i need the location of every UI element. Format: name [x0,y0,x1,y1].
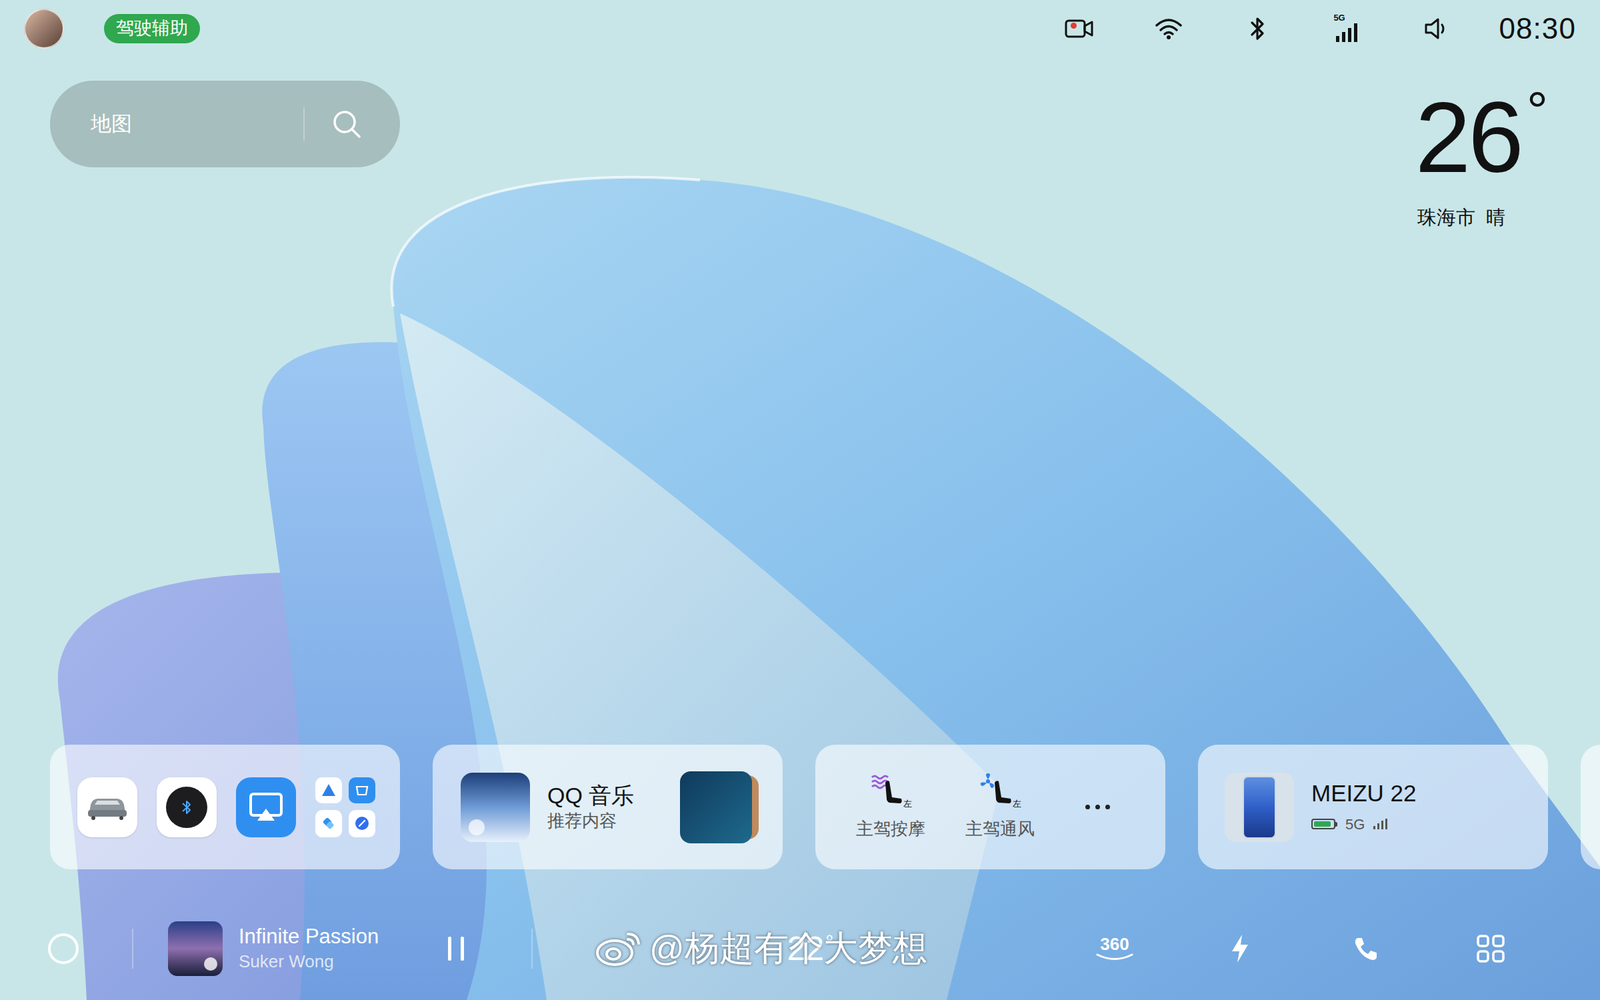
seat-side-label: 左 [903,799,912,808]
offscreen-card[interactable] [1580,744,1600,870]
user-avatar[interactable] [24,8,64,49]
screen-cast-app-icon[interactable] [236,777,296,838]
watermark: @杨超有个大梦想 [594,928,928,968]
bluetooth-app-icon[interactable] [156,777,217,838]
track-title: Infinite Passion [238,923,426,950]
clock: 08:30 [1498,14,1576,44]
weather-city: 珠海市 [1417,203,1476,233]
driver-assist-badge[interactable]: 驾驶辅助 [104,14,200,43]
home-screen: 驾驶辅助 5G 08:30 [0,0,1600,1000]
watermark-text: @杨超有个大梦想 [649,930,928,966]
search-divider [303,107,305,141]
music-subtitle: 推荐内容 [547,809,680,833]
app-grid-icon[interactable] [1464,928,1518,969]
phone-signal-icon [1372,818,1389,830]
weibo-logo-icon [594,928,643,968]
battery-icon [1311,818,1338,830]
now-playing-artwork[interactable] [168,921,223,976]
driver-assist-label: 驾驶辅助 [116,18,188,38]
app-folder-icon[interactable] [315,777,376,838]
weather-temperature: 26 [1415,87,1522,188]
dock-divider [132,928,134,969]
weather-widget[interactable]: 26 ° 珠海市 晴 [1415,87,1548,233]
play-pause-button[interactable] [444,934,468,964]
seat-control-label: 主驾按摩 [856,816,926,842]
dock-divider [531,928,533,969]
phone-call-icon[interactable] [1338,928,1392,969]
phone-network: 5G [1345,813,1365,836]
network-label: 5G [1333,13,1345,22]
home-circle-icon[interactable] [48,933,79,964]
recommended-album-art[interactable] [680,771,759,844]
dashcam-icon[interactable] [1064,13,1095,44]
phone-thumbnail [1224,772,1294,842]
phone-name: MEIZU 22 [1311,778,1417,808]
search-label: 地图 [50,108,304,140]
music-card[interactable]: QQ 音乐 推荐内容 [432,744,783,870]
car-app-icon[interactable] [77,777,138,838]
wifi-icon[interactable] [1153,13,1184,44]
bluetooth-icon[interactable] [1242,13,1274,44]
seat-control-label: 主驾通风 [965,816,1035,842]
map-search-bar[interactable]: 地图 [50,80,400,168]
seat-massage-icon: 左 [869,772,912,810]
recording-dot [1070,22,1077,29]
track-artist: Suker Wong [238,950,426,974]
volume-icon[interactable] [1421,13,1452,44]
surround-view-icon[interactable]: 360 [1088,928,1142,969]
phone-card[interactable]: MEIZU 22 5G [1198,744,1548,870]
music-app-artwork [460,772,530,842]
seat-side-label: 左 [1012,799,1022,808]
pause-icon [446,935,466,962]
seat-control-card: 左主驾按摩左主驾通风 [815,744,1166,870]
more-icon[interactable] [1077,794,1118,821]
shortcut-card [50,744,400,870]
seat-control-item[interactable]: 左主驾通风 [953,772,1047,842]
seat-control-item[interactable]: 左主驾按摩 [844,772,938,842]
seat-ventilation-icon: 左 [978,772,1022,810]
status-bar: 驾驶辅助 5G 08:30 [0,0,1600,58]
music-app-name: QQ 音乐 [547,781,680,810]
search-icon[interactable] [330,107,364,141]
charging-icon[interactable] [1213,928,1267,969]
cellular-signal-icon: 5G [1332,13,1363,44]
battery-fill [1314,821,1331,827]
weather-condition: 晴 [1486,203,1506,233]
card-row: QQ 音乐 推荐内容 左主驾按摩左主驾通风 [0,744,1600,870]
surround-view-label: 360 [1100,935,1129,953]
weather-unit: ° [1526,84,1548,138]
dock: Infinite Passion Suker Wong 22 ° 360 [0,896,1600,1000]
